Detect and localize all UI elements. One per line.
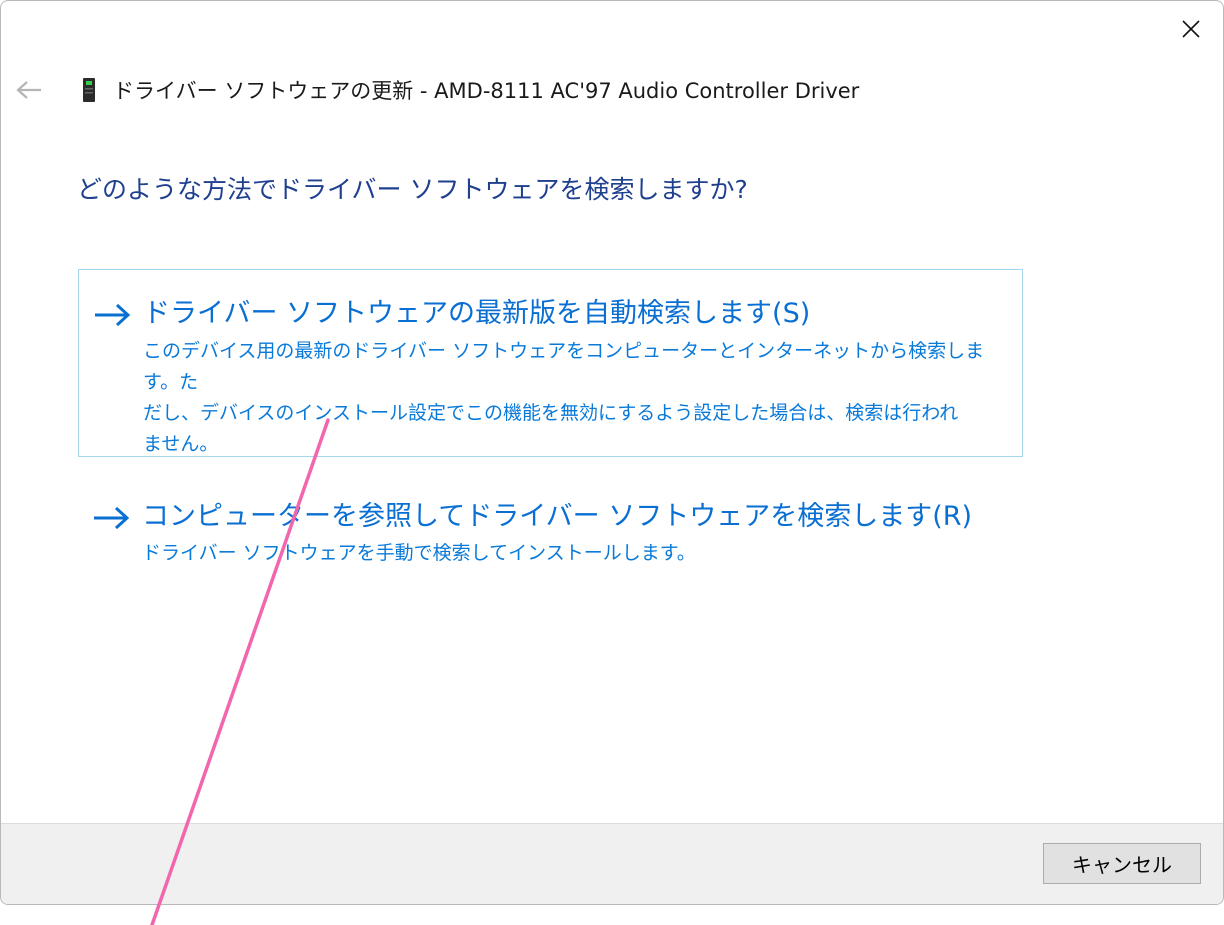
back-arrow-icon — [16, 81, 41, 99]
update-driver-dialog: ドライバー ソフトウェアの更新 - AMD-8111 AC'97 Audio C… — [0, 0, 1224, 905]
close-button[interactable] — [1169, 7, 1213, 51]
arrow-right-icon — [95, 303, 131, 327]
close-icon — [1182, 20, 1200, 38]
auto-search-title: ドライバー ソフトウェアの最新版を自動検索します(S) — [143, 298, 811, 329]
dialog-footer: キャンセル — [1, 823, 1223, 904]
window-title: ドライバー ソフトウェアの更新 - AMD-8111 AC'97 Audio C… — [113, 79, 860, 103]
browse-computer-description: ドライバー ソフトウェアを手動で検索してインストールします。 — [142, 542, 696, 564]
cancel-button[interactable]: キャンセル — [1043, 843, 1201, 884]
auto-search-description: このデバイス用の最新のドライバー ソフトウェアをコンピューターとインターネットか… — [143, 340, 985, 455]
auto-search-option[interactable]: ドライバー ソフトウェアの最新版を自動検索します(S) このデバイス用の最新のド… — [78, 269, 1023, 457]
browse-computer-option[interactable]: コンピューターを参照してドライバー ソフトウェアを検索します(R) ドライバー … — [78, 489, 1023, 579]
back-button[interactable] — [11, 75, 47, 105]
browse-computer-title: コンピューターを参照してドライバー ソフトウェアを検索します(R) — [142, 501, 973, 532]
page-heading: どのような方法でドライバー ソフトウェアを検索しますか? — [77, 175, 748, 204]
device-icon — [83, 78, 95, 102]
arrow-right-icon — [94, 506, 130, 530]
